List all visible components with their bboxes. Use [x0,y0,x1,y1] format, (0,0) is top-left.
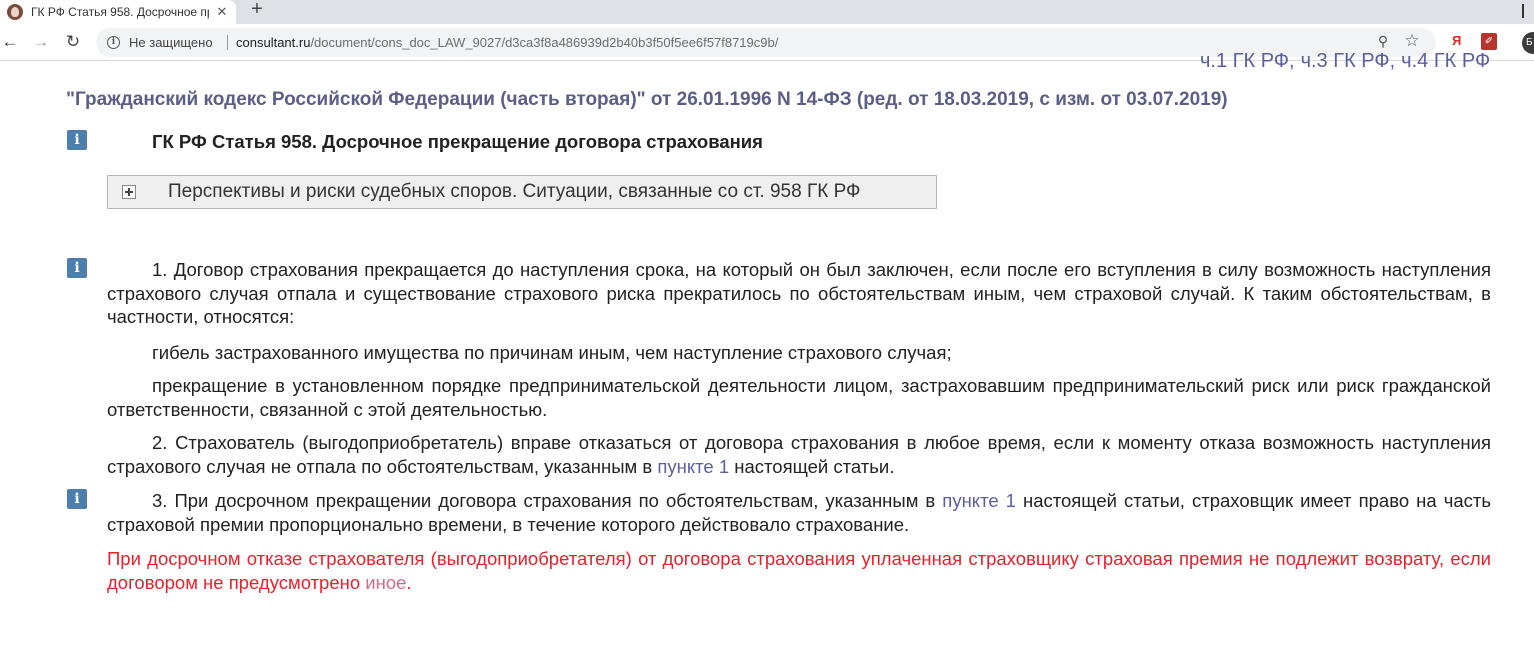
new-tab-button[interactable]: + [246,0,268,22]
highlighted-text: При досрочном отказе страхователя (выгод… [107,548,1491,593]
list-item: прекращение в установленном порядке пред… [107,375,1491,420]
expand-plus-icon[interactable] [122,185,136,199]
document-title: "Гражданский кодекс Российской Федерации… [66,89,1228,110]
related-links: ч.1 ГК РФ, ч.3 ГК РФ, ч.4 ГК РФ [1200,50,1490,73]
tab-title: ГК РФ Статья 958. Досрочное пр [31,5,209,19]
back-arrow-icon[interactable]: ← [0,30,22,54]
paragraph-2: 2. Страхователь (выгодоприобретатель) вп… [107,431,1491,478]
close-tab-icon[interactable]: ✕ [215,4,229,20]
article-link[interactable]: пункте 1 [942,490,1016,511]
highlighted-paragraph: При досрочном отказе страхователя (выгод… [107,547,1491,594]
profile-avatar[interactable]: Б [1522,32,1534,54]
article-heading: ГК РФ Статья 958. Досрочное прекращение … [152,131,763,152]
url-path: /document/cons_doc_LAW_9027/d3ca3f8a4869… [310,35,779,50]
info-icon[interactable]: i [67,130,87,150]
zoom-icon[interactable]: ⚲ [1374,33,1392,51]
related-link[interactable]: ч.4 ГК РФ [1401,50,1490,72]
paragraph-1: 1. Договор страхования прекращается до н… [107,259,1491,327]
forward-arrow-icon[interactable]: → [29,30,53,54]
bookmark-star-icon[interactable]: ☆ [1403,31,1421,51]
list-item: гибель застрахованного имущества по прич… [152,342,952,363]
tab-strip: ГК РФ Статья 958. Досрочное пр ✕ + [0,0,1534,24]
yandex-extension-icon[interactable]: Я [1452,33,1464,51]
url-divider [227,35,228,50]
related-link[interactable]: ч.1 ГК РФ, [1200,50,1295,72]
paragraph-2-tail: настоящей статьи. [729,455,895,477]
reload-icon[interactable]: ↻ [61,30,85,54]
url-text[interactable]: consultant.ru/document/cons_doc_LAW_9027… [236,35,778,50]
article-link[interactable]: пункте 1 [657,456,729,477]
browser-tab[interactable]: ГК РФ Статья 958. Досрочное пр ✕ [0,0,236,24]
site-info-icon[interactable]: i [107,36,120,49]
related-link[interactable]: ч.3 ГК РФ, [1301,50,1396,72]
info-icon[interactable]: i [67,489,87,509]
highlighted-tail: . [406,571,412,593]
other-provision-link[interactable]: иное [365,572,406,593]
security-label[interactable]: Не защищено [129,35,213,50]
info-icon[interactable]: i [67,258,87,278]
window-control-icon[interactable] [1522,4,1524,18]
paragraph-3-text: 3. При досрочном прекращении договора ст… [152,490,943,511]
pdf-extension-icon[interactable]: ✐ [1481,33,1497,50]
url-host: consultant.ru [236,35,311,50]
expander-label: Перспективы и риски судебных споров. Сит… [168,181,861,202]
site-favicon-icon [7,4,23,20]
expandable-section[interactable]: Перспективы и риски судебных споров. Сит… [107,175,937,209]
paragraph-3: 3. При досрочном прекращении договора ст… [107,489,1491,536]
